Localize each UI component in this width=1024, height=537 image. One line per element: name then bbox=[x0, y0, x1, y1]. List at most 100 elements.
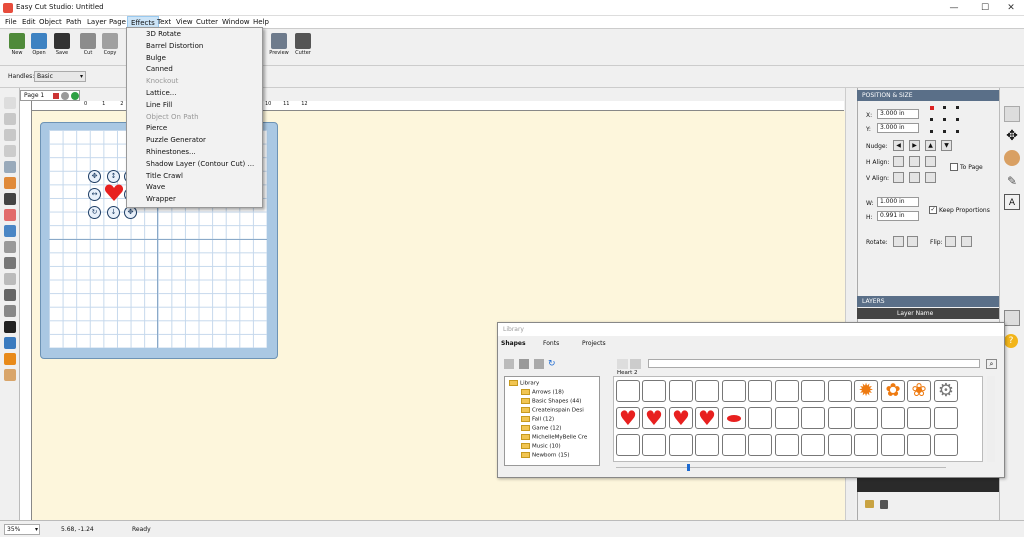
brush-tool-icon[interactable] bbox=[4, 193, 16, 205]
menu-item-line-fill[interactable]: Line Fill bbox=[127, 100, 262, 112]
menu-item-rhinestones[interactable]: Rhinestones... bbox=[127, 147, 262, 159]
tree-item[interactable]: MichelleMyBelle Cre bbox=[521, 434, 587, 441]
tree-item[interactable]: Fall (12) bbox=[521, 416, 554, 423]
pen-tool-icon[interactable] bbox=[4, 161, 16, 173]
width-input[interactable]: 1.000 in bbox=[877, 197, 919, 207]
tree-item[interactable]: Createinspain Desi bbox=[521, 407, 584, 414]
nudge-down-icon[interactable]: ▼ bbox=[941, 140, 952, 151]
y-input[interactable]: 3.000 in bbox=[877, 123, 919, 133]
zoom-select[interactable]: 35% ▾ bbox=[4, 524, 40, 535]
page-tab[interactable]: Page 1 bbox=[20, 90, 80, 101]
anchor-grid[interactable] bbox=[930, 106, 960, 134]
heart-shape[interactable] bbox=[104, 183, 124, 203]
shape-heart-icon[interactable]: ♥ bbox=[642, 407, 666, 429]
shape-trapezoid-icon[interactable] bbox=[934, 434, 958, 456]
shape-ellipse-icon[interactable] bbox=[748, 407, 772, 429]
height-input[interactable]: 0.991 in bbox=[877, 211, 919, 221]
cutter-button[interactable]: Cutter bbox=[291, 32, 315, 64]
keep-proportions-checkbox[interactable]: ✓ bbox=[929, 206, 937, 214]
new-layer-icon[interactable] bbox=[865, 500, 874, 508]
tab-projects[interactable]: Projects bbox=[582, 338, 606, 349]
nudge-left-icon[interactable]: ◀ bbox=[893, 140, 904, 151]
shape-arrow-icon[interactable] bbox=[642, 380, 666, 402]
shape-arch-icon[interactable] bbox=[616, 380, 640, 402]
shape-heptagon-icon[interactable] bbox=[881, 407, 905, 429]
menu-item-pierce[interactable]: Pierce bbox=[127, 123, 262, 135]
add-page-icon[interactable] bbox=[71, 92, 79, 100]
shape-diamond-icon[interactable] bbox=[801, 380, 825, 402]
align-right-icon[interactable] bbox=[925, 156, 936, 167]
shape-oval-icon[interactable] bbox=[775, 407, 799, 429]
handles-select[interactable]: Basic ▾ bbox=[34, 71, 86, 82]
flip-vertical-icon[interactable] bbox=[961, 236, 972, 247]
shape-star-icon[interactable] bbox=[828, 434, 852, 456]
shape-flower2-icon[interactable]: ❀ bbox=[907, 380, 931, 402]
layer-row[interactable] bbox=[857, 478, 999, 492]
rotate-handle-icon[interactable]: ↻ bbox=[88, 206, 101, 219]
line-tool-icon[interactable] bbox=[4, 289, 16, 301]
align-top-icon[interactable] bbox=[893, 172, 904, 183]
menu-object[interactable]: Object bbox=[36, 16, 65, 28]
menu-item-puzzle-generator[interactable]: Puzzle Generator bbox=[127, 135, 262, 147]
menu-path[interactable]: Path bbox=[63, 16, 84, 28]
shape-ring-icon[interactable] bbox=[669, 434, 693, 456]
delete-icon[interactable] bbox=[519, 359, 529, 369]
shape-tool-icon[interactable] bbox=[4, 225, 16, 237]
shape-tall-rounded-icon[interactable] bbox=[775, 434, 799, 456]
shape-pillow-icon[interactable] bbox=[801, 434, 825, 456]
menu-file[interactable]: File bbox=[2, 16, 20, 28]
shape-heart-icon[interactable]: ♥ bbox=[616, 407, 640, 429]
shape-tall-rect-icon[interactable] bbox=[642, 434, 666, 456]
new-button[interactable]: New bbox=[5, 32, 29, 64]
text-panel-icon[interactable]: A bbox=[1004, 194, 1020, 210]
text-tool-icon[interactable] bbox=[4, 145, 16, 157]
transform-tool-icon[interactable] bbox=[4, 129, 16, 141]
tree-item[interactable]: Game (12) bbox=[521, 425, 561, 432]
tree-item[interactable]: Music (10) bbox=[521, 443, 561, 450]
shape-star7-icon[interactable] bbox=[881, 434, 905, 456]
to-page-checkbox[interactable] bbox=[950, 163, 958, 171]
shape-rect-icon[interactable] bbox=[616, 434, 640, 456]
close-button[interactable]: ✕ bbox=[996, 0, 1024, 16]
align-center-h-icon[interactable] bbox=[909, 156, 920, 167]
shape-hexagon-icon[interactable] bbox=[854, 407, 878, 429]
list-view-icon[interactable] bbox=[617, 359, 628, 369]
menu-item-title-crawl[interactable]: Title Crawl bbox=[127, 171, 262, 183]
x-input[interactable]: 3.000 in bbox=[877, 109, 919, 119]
shape-star8-icon[interactable] bbox=[907, 434, 931, 456]
nudge-up-icon[interactable]: ▲ bbox=[925, 140, 936, 151]
scale-bottom-handle-icon[interactable]: ↓ bbox=[107, 206, 120, 219]
shape-rounded-square-icon[interactable] bbox=[748, 434, 772, 456]
library-search-input[interactable] bbox=[648, 359, 980, 368]
shape-octagon2-icon[interactable] bbox=[801, 407, 825, 429]
hand-tool-icon[interactable] bbox=[4, 369, 16, 381]
grid-view-icon[interactable] bbox=[630, 359, 641, 369]
eyedropper-tool-icon[interactable] bbox=[4, 257, 16, 269]
tools-panel-icon[interactable]: ✎ bbox=[1004, 173, 1020, 189]
shape-lips-icon[interactable] bbox=[722, 407, 746, 429]
menu-item-bulge[interactable]: Bulge bbox=[127, 53, 262, 65]
library-tree[interactable]: Library Arrows (18) Basic Shapes (44) Cr… bbox=[504, 376, 600, 466]
shape-gear-icon[interactable]: ⚙ bbox=[934, 380, 958, 402]
menu-item-barrel-distortion[interactable]: Barrel Distortion bbox=[127, 41, 262, 53]
size-slider-thumb[interactable] bbox=[687, 464, 690, 471]
tree-item[interactable]: Arrows (18) bbox=[521, 389, 564, 396]
tab-fonts[interactable]: Fonts bbox=[543, 338, 559, 349]
knife-tool-icon[interactable] bbox=[4, 241, 16, 253]
node-edit-tool-icon[interactable] bbox=[4, 113, 16, 125]
color-panel-icon[interactable] bbox=[1004, 150, 1020, 166]
rotate-left-icon[interactable] bbox=[893, 236, 904, 247]
shape-circle-icon[interactable] bbox=[695, 380, 719, 402]
size-slider[interactable] bbox=[616, 467, 946, 468]
move-handle-icon[interactable]: ✥ bbox=[88, 170, 101, 183]
nudge-right-icon[interactable]: ▶ bbox=[909, 140, 920, 151]
align-middle-icon[interactable] bbox=[909, 172, 920, 183]
position-panel-icon[interactable]: ✥ bbox=[1004, 128, 1020, 144]
shape-nonagon-icon[interactable] bbox=[934, 407, 958, 429]
save-button[interactable]: Save bbox=[50, 32, 74, 64]
tab-shapes[interactable]: Shapes bbox=[501, 338, 526, 349]
search-icon[interactable]: ⌕ bbox=[986, 359, 997, 369]
import-icon[interactable] bbox=[504, 359, 514, 369]
crop-tool-icon[interactable] bbox=[4, 321, 16, 333]
menu-item-canned[interactable]: Canned bbox=[127, 64, 262, 76]
